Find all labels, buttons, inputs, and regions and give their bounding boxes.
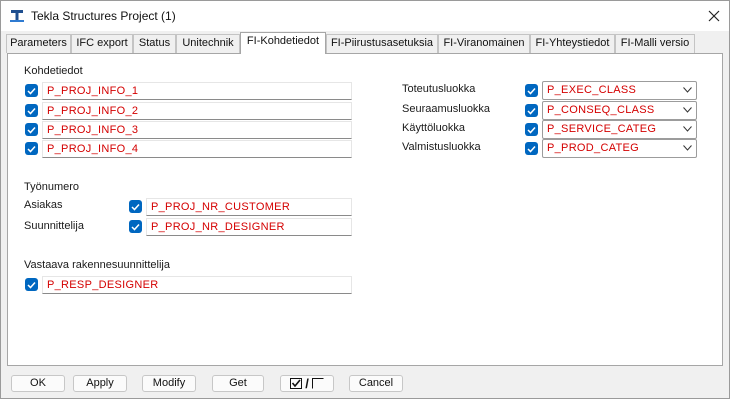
tab-status[interactable]: Status	[133, 34, 176, 53]
conseq-class-dropdown[interactable]: P_CONSEQ_CLASS	[542, 101, 697, 120]
asiakas-label: Asiakas	[24, 199, 63, 211]
proj-nr-designer-field[interactable]: P_PROJ_NR_DESIGNER	[146, 218, 352, 236]
chevron-down-icon	[683, 145, 692, 151]
resp-designer-field[interactable]: P_RESP_DESIGNER	[42, 276, 352, 294]
chevron-down-icon	[683, 107, 692, 113]
checkbox-proj-info-2[interactable]	[25, 104, 38, 117]
conseq-class-value: P_CONSEQ_CLASS	[547, 104, 655, 116]
suunnittelija-label: Suunnittelija	[24, 220, 84, 232]
exec-class-value: P_EXEC_CLASS	[547, 84, 637, 96]
checkbox-service-categ[interactable]	[525, 123, 538, 136]
modify-button[interactable]: Modify	[142, 375, 196, 392]
tab-fi-piirustusasetuksia[interactable]: FI-Piirustusasetuksia	[326, 34, 438, 53]
tab-ifc-export[interactable]: IFC export	[71, 34, 133, 53]
service-categ-dropdown[interactable]: P_SERVICE_CATEG	[542, 120, 697, 139]
checkbox-proj-info-3[interactable]	[25, 123, 38, 136]
checkbox-proj-info-4[interactable]	[25, 142, 38, 155]
checkbox-proj-nr-designer[interactable]	[129, 220, 142, 233]
tekla-app-icon	[9, 8, 25, 23]
checkbox-proj-nr-customer[interactable]	[129, 200, 142, 213]
checkbox-resp-designer[interactable]	[25, 278, 38, 291]
apply-button[interactable]: Apply	[73, 375, 127, 392]
designer-heading: Vastaava rakennesuunnittelija	[24, 259, 170, 271]
seuraamusluokka-label: Seuraamusluokka	[402, 103, 491, 115]
checkbox-checked-icon	[290, 378, 303, 389]
proj-info-2-field[interactable]: P_PROJ_INFO_2	[42, 102, 352, 120]
checkbox-proj-info-1[interactable]	[25, 84, 38, 97]
chevron-down-icon	[683, 87, 692, 93]
proj-info-3-field[interactable]: P_PROJ_INFO_3	[42, 121, 352, 139]
tab-fi-yhteystiedot[interactable]: FI-Yhteystiedot	[530, 34, 615, 53]
prod-categ-value: P_PROD_CATEG	[547, 142, 640, 154]
checkbox-unchecked-icon	[311, 378, 324, 389]
toggle-all-button[interactable]: /	[280, 375, 334, 392]
checkbox-conseq-class[interactable]	[525, 104, 538, 117]
title-bar[interactable]: Tekla Structures Project (1)	[1, 1, 729, 31]
cancel-button[interactable]: Cancel	[349, 375, 403, 392]
tab-parameters[interactable]: Parameters	[6, 34, 71, 53]
tab-strip: Parameters IFC export Status Unitechnik …	[1, 32, 729, 54]
tab-fi-malli-versio[interactable]: FI-Malli versio	[615, 34, 695, 53]
service-categ-value: P_SERVICE_CATEG	[547, 123, 657, 135]
proj-info-1-field[interactable]: P_PROJ_INFO_1	[42, 82, 352, 100]
tab-panel: Kohdetiedot P_PROJ_INFO_1 P_PROJ_INFO_2 …	[7, 53, 723, 366]
proj-nr-customer-field[interactable]: P_PROJ_NR_CUSTOMER	[146, 198, 352, 216]
toggle-separator: /	[305, 376, 309, 391]
kohdetiedot-heading: Kohdetiedot	[24, 65, 83, 77]
proj-info-4-field[interactable]: P_PROJ_INFO_4	[42, 140, 352, 158]
checkbox-prod-categ[interactable]	[525, 142, 538, 155]
tab-unitechnik[interactable]: Unitechnik	[176, 34, 240, 53]
dialog-window: Tekla Structures Project (1) Parameters …	[0, 0, 730, 399]
tyonumero-heading: Työnumero	[24, 181, 80, 193]
window-title: Tekla Structures Project (1)	[31, 9, 176, 23]
kayttoluokka-label: Käyttöluokka	[402, 122, 465, 134]
tab-fi-kohdetiedot[interactable]: FI-Kohdetiedot	[240, 32, 326, 54]
tab-fi-viranomainen[interactable]: FI-Viranomainen	[438, 34, 530, 53]
exec-class-dropdown[interactable]: P_EXEC_CLASS	[542, 81, 697, 100]
chevron-down-icon	[683, 126, 692, 132]
ok-button[interactable]: OK	[11, 375, 65, 392]
toteutusluokka-label: Toteutusluokka	[402, 83, 476, 95]
checkbox-exec-class[interactable]	[525, 84, 538, 97]
valmistusluokka-label: Valmistusluokka	[402, 141, 481, 153]
get-button[interactable]: Get	[212, 375, 264, 392]
prod-categ-dropdown[interactable]: P_PROD_CATEG	[542, 139, 697, 158]
close-icon[interactable]	[701, 4, 727, 28]
